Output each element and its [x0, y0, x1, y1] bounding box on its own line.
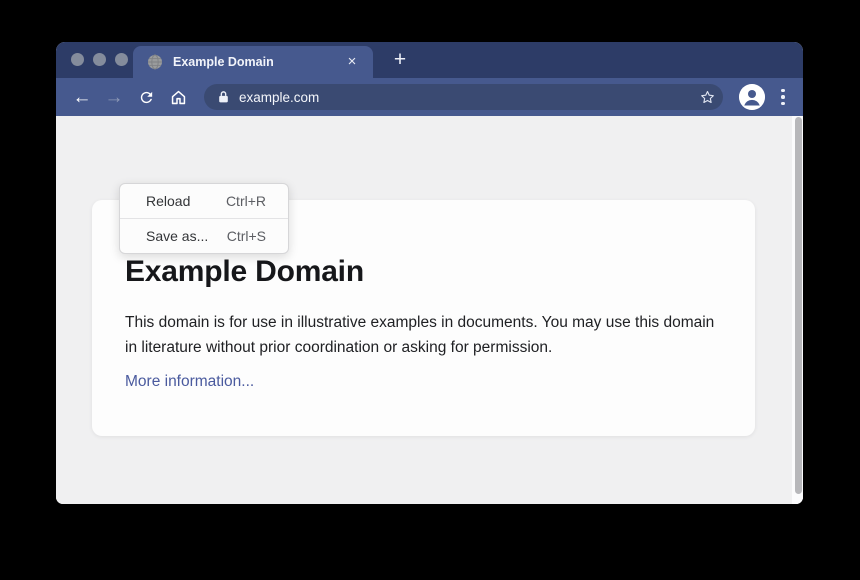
window-controls: [71, 53, 128, 66]
scrollbar-thumb[interactable]: [795, 117, 802, 494]
menu-item-label: Reload: [146, 193, 190, 209]
title-bar: Example Domain × +: [56, 42, 803, 78]
browser-tab[interactable]: Example Domain ×: [133, 46, 373, 78]
account-circle-icon: [739, 84, 765, 110]
bookmark-star-icon: [699, 89, 716, 106]
menu-item-shortcut: Ctrl+S: [227, 228, 266, 244]
tab-title: Example Domain: [173, 55, 343, 69]
refresh-arrow-icon: [138, 89, 155, 106]
more-information-link[interactable]: More information...: [125, 373, 254, 391]
browser-menu-button[interactable]: [775, 84, 791, 110]
menu-item-label: Save as...: [146, 228, 208, 244]
menu-item-shortcut: Ctrl+R: [226, 193, 266, 209]
address-bar[interactable]: example.com: [204, 84, 723, 110]
tab-close-button[interactable]: ×: [343, 53, 361, 71]
window-zoom-button[interactable]: [115, 53, 128, 66]
reload-button[interactable]: [132, 83, 160, 111]
forward-arrow-icon: →: [105, 88, 124, 107]
page-viewport: Example Domain This domain is for use in…: [56, 116, 803, 504]
new-tab-button[interactable]: +: [382, 42, 418, 78]
desktop-background: Example Domain × + ← →: [0, 0, 860, 580]
back-arrow-icon: ←: [73, 88, 92, 107]
profile-button[interactable]: [739, 84, 765, 110]
globe-favicon-icon: [147, 54, 163, 70]
context-menu: Reload Ctrl+R Save as... Ctrl+S: [119, 183, 289, 254]
url-text[interactable]: example.com: [239, 90, 695, 105]
page-heading: Example Domain: [125, 255, 720, 289]
kebab-menu-icon: [781, 89, 785, 93]
home-button[interactable]: [164, 83, 192, 111]
padlock-icon: [217, 90, 230, 104]
vertical-scrollbar[interactable]: [792, 116, 803, 504]
context-menu-item-save-as[interactable]: Save as... Ctrl+S: [120, 219, 288, 253]
page-paragraph: This domain is for use in illustrative e…: [125, 311, 720, 360]
back-button[interactable]: ←: [68, 83, 96, 111]
window-minimize-button[interactable]: [93, 53, 106, 66]
navigation-toolbar: ← → example.com: [56, 78, 803, 116]
bookmark-button[interactable]: [695, 85, 719, 109]
house-icon: [169, 88, 188, 107]
forward-button[interactable]: →: [100, 83, 128, 111]
context-menu-item-reload[interactable]: Reload Ctrl+R: [120, 184, 288, 218]
browser-window: Example Domain × + ← →: [56, 42, 803, 504]
window-close-button[interactable]: [71, 53, 84, 66]
